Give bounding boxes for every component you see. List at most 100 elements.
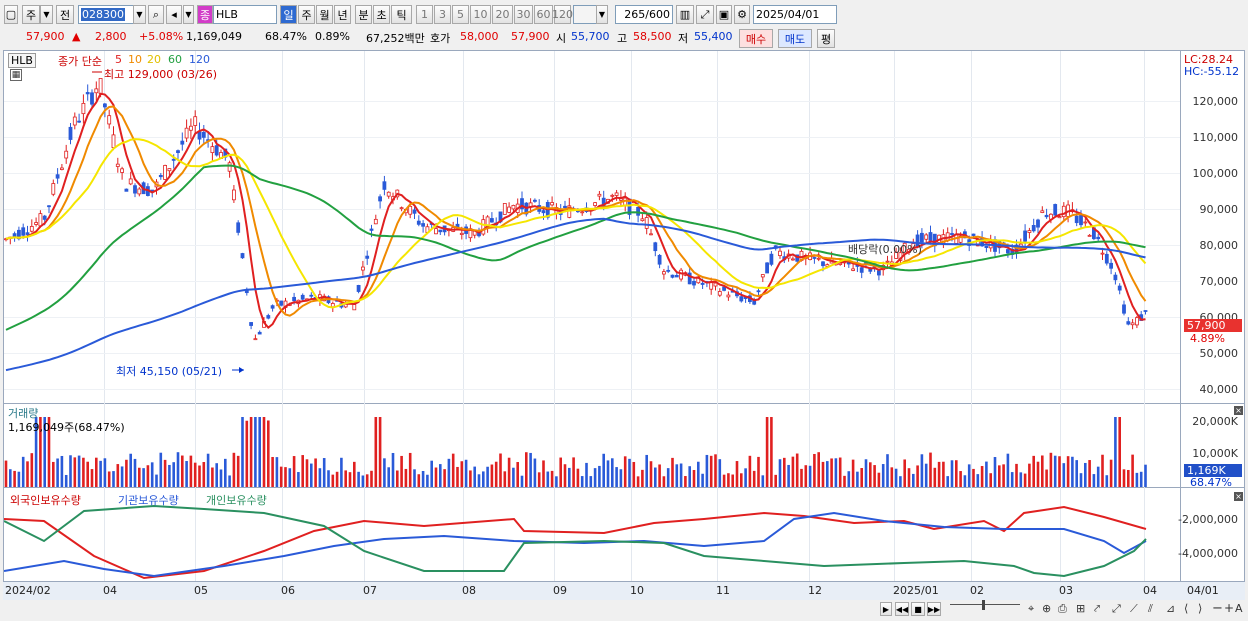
count-3-button[interactable]: 3 (434, 5, 451, 24)
volume-bar (886, 454, 889, 487)
x-label-06: 06 (281, 584, 295, 597)
buy-button[interactable]: 매수 (739, 29, 773, 48)
arrow-right-icon[interactable]: ⟩ (1198, 602, 1202, 615)
candle-body (670, 274, 675, 278)
period-month-tab[interactable]: 월 (316, 5, 333, 24)
volume-bar (709, 455, 713, 487)
arrow-left-icon[interactable]: ⟨ (1184, 602, 1188, 615)
bottom-controls: ▶ ◀◀ ■ ▶▶ ⌖ ⊕ ⎙ ⊞ ⤤ ⤢ ⟋ ⫽ ⊿ ⟨ ⟩ − + A (0, 600, 1248, 621)
up-arrow-icon: ▲ (72, 30, 81, 43)
candle-body (158, 174, 163, 178)
period-sec-tab[interactable]: 초 (373, 5, 390, 24)
trend-tool-icon[interactable]: ⤤ (1094, 602, 1100, 616)
volume-bar (490, 464, 494, 487)
ray-tool-icon[interactable]: ⟋ (1130, 602, 1138, 616)
count-20-button[interactable]: 20 (492, 5, 513, 24)
period-year-tab[interactable]: 년 (334, 5, 351, 24)
volume-bar (193, 462, 197, 487)
close-volume-pane-icon[interactable]: × (1234, 406, 1243, 415)
speaker-dropdown-icon[interactable]: ▼ (183, 5, 194, 24)
volume-bar (611, 458, 614, 487)
custom-count-dropdown-icon[interactable]: ▼ (596, 5, 608, 24)
low-price: 55,400 (694, 30, 733, 43)
high-price: 58,500 (633, 30, 672, 43)
volume-bar (1144, 464, 1147, 487)
volume-bar (537, 472, 541, 487)
volume-bar (357, 471, 360, 487)
search-icon[interactable]: ⌕ (148, 5, 164, 24)
volume-bar (572, 457, 575, 487)
grid-line (364, 51, 365, 581)
period-min-tab[interactable]: 분 (355, 5, 372, 24)
jeon-button[interactable]: 전 (56, 5, 74, 24)
count-10-button[interactable]: 10 (470, 5, 491, 24)
candle-body (1044, 214, 1049, 218)
zoom-slider-track[interactable] (950, 604, 1020, 605)
last-price-pct: 4.89% (1190, 332, 1225, 345)
x-label-04b: 04 (1143, 584, 1157, 597)
zoom-icon[interactable]: ⊕ (1042, 602, 1051, 615)
zoom-out-icon[interactable]: − (1212, 601, 1223, 616)
period-week-tab[interactable]: 주 (298, 5, 315, 24)
count-30-button[interactable]: 30 (514, 5, 533, 24)
save-icon[interactable]: ▣ (716, 5, 732, 24)
chart-area[interactable]: HLB 종가 단순 5 10 20 60 120 ▦ 최고 129,000 (0… (3, 50, 1245, 600)
sell-button[interactable]: 매도 (778, 29, 812, 48)
zoom-slider-thumb[interactable] (982, 600, 985, 610)
crosshair-icon[interactable]: ⌖ (1028, 602, 1034, 616)
eval-button[interactable]: 평 (817, 29, 835, 48)
settings-gear-icon[interactable]: ⚙ (734, 5, 750, 24)
bid-price: 57,900 (511, 30, 550, 43)
stop-icon[interactable]: ■ (911, 602, 925, 616)
volume-bar (56, 458, 59, 487)
count-5-button[interactable]: 5 (452, 5, 469, 24)
view-count-field[interactable]: 265/600 (615, 5, 673, 24)
stock-name-field[interactable]: HLB (213, 5, 277, 24)
channel-tool-icon[interactable]: ⫽ (1148, 602, 1153, 616)
fib-tool-icon[interactable]: ⊿ (1166, 602, 1175, 615)
close-holding-pane-icon[interactable]: × (1234, 492, 1243, 501)
x-label-11: 11 (716, 584, 730, 597)
print-icon[interactable]: ⎙ (1058, 602, 1067, 616)
volume-bar (447, 458, 451, 487)
volume-bar (408, 452, 412, 487)
forward-icon[interactable]: ▶▶ (927, 602, 941, 616)
speaker-icon[interactable]: ◂ (166, 5, 182, 24)
count-1-button[interactable]: 1 (416, 5, 433, 24)
period-day-tab[interactable]: 일 (280, 5, 297, 24)
rewind-icon[interactable]: ◀◀ (895, 602, 909, 616)
scroll-right-icon[interactable]: ▶ (880, 602, 892, 616)
volume-bar (138, 467, 141, 487)
candle-body (21, 227, 26, 236)
candle-body (292, 296, 297, 302)
change-value: 2,800 (95, 30, 127, 43)
window-icon[interactable]: ▢ (4, 5, 18, 24)
candle-body (47, 205, 51, 208)
candle-type-icon[interactable]: ▥ (676, 5, 694, 24)
volume-bar (275, 457, 279, 487)
volume-bar (1049, 452, 1053, 487)
volume-bar (894, 468, 898, 487)
candle-body (971, 233, 976, 236)
count-60-button[interactable]: 60 (534, 5, 553, 24)
period-tick-tab[interactable]: 틱 (391, 5, 412, 24)
table-view-icon[interactable]: ⊞ (1076, 602, 1085, 615)
stock-code-input[interactable]: 028300 (78, 5, 134, 24)
market-button[interactable]: 주 (22, 5, 40, 24)
table-icon[interactable]: ▦ (10, 69, 22, 81)
volume-bar (761, 475, 765, 487)
line-tool-icon[interactable]: ⤢ (1112, 602, 1121, 616)
market-dropdown-icon[interactable]: ▼ (40, 5, 53, 24)
volume-bar (585, 462, 588, 487)
date-input[interactable]: 2025/04/01 (753, 5, 837, 24)
candle-body (77, 120, 81, 123)
draw-tool-icon[interactable]: ⤢ (696, 5, 714, 24)
zoom-in-icon[interactable]: + (1224, 601, 1234, 615)
code-dropdown-icon[interactable]: ▼ (133, 5, 146, 24)
count-120-button[interactable]: 120 (552, 5, 573, 24)
volume-bar (284, 467, 287, 487)
text-size-icon[interactable]: A (1235, 602, 1243, 615)
volume-bar (636, 476, 640, 487)
volume-bar (451, 453, 455, 487)
volume-bar (198, 465, 201, 487)
